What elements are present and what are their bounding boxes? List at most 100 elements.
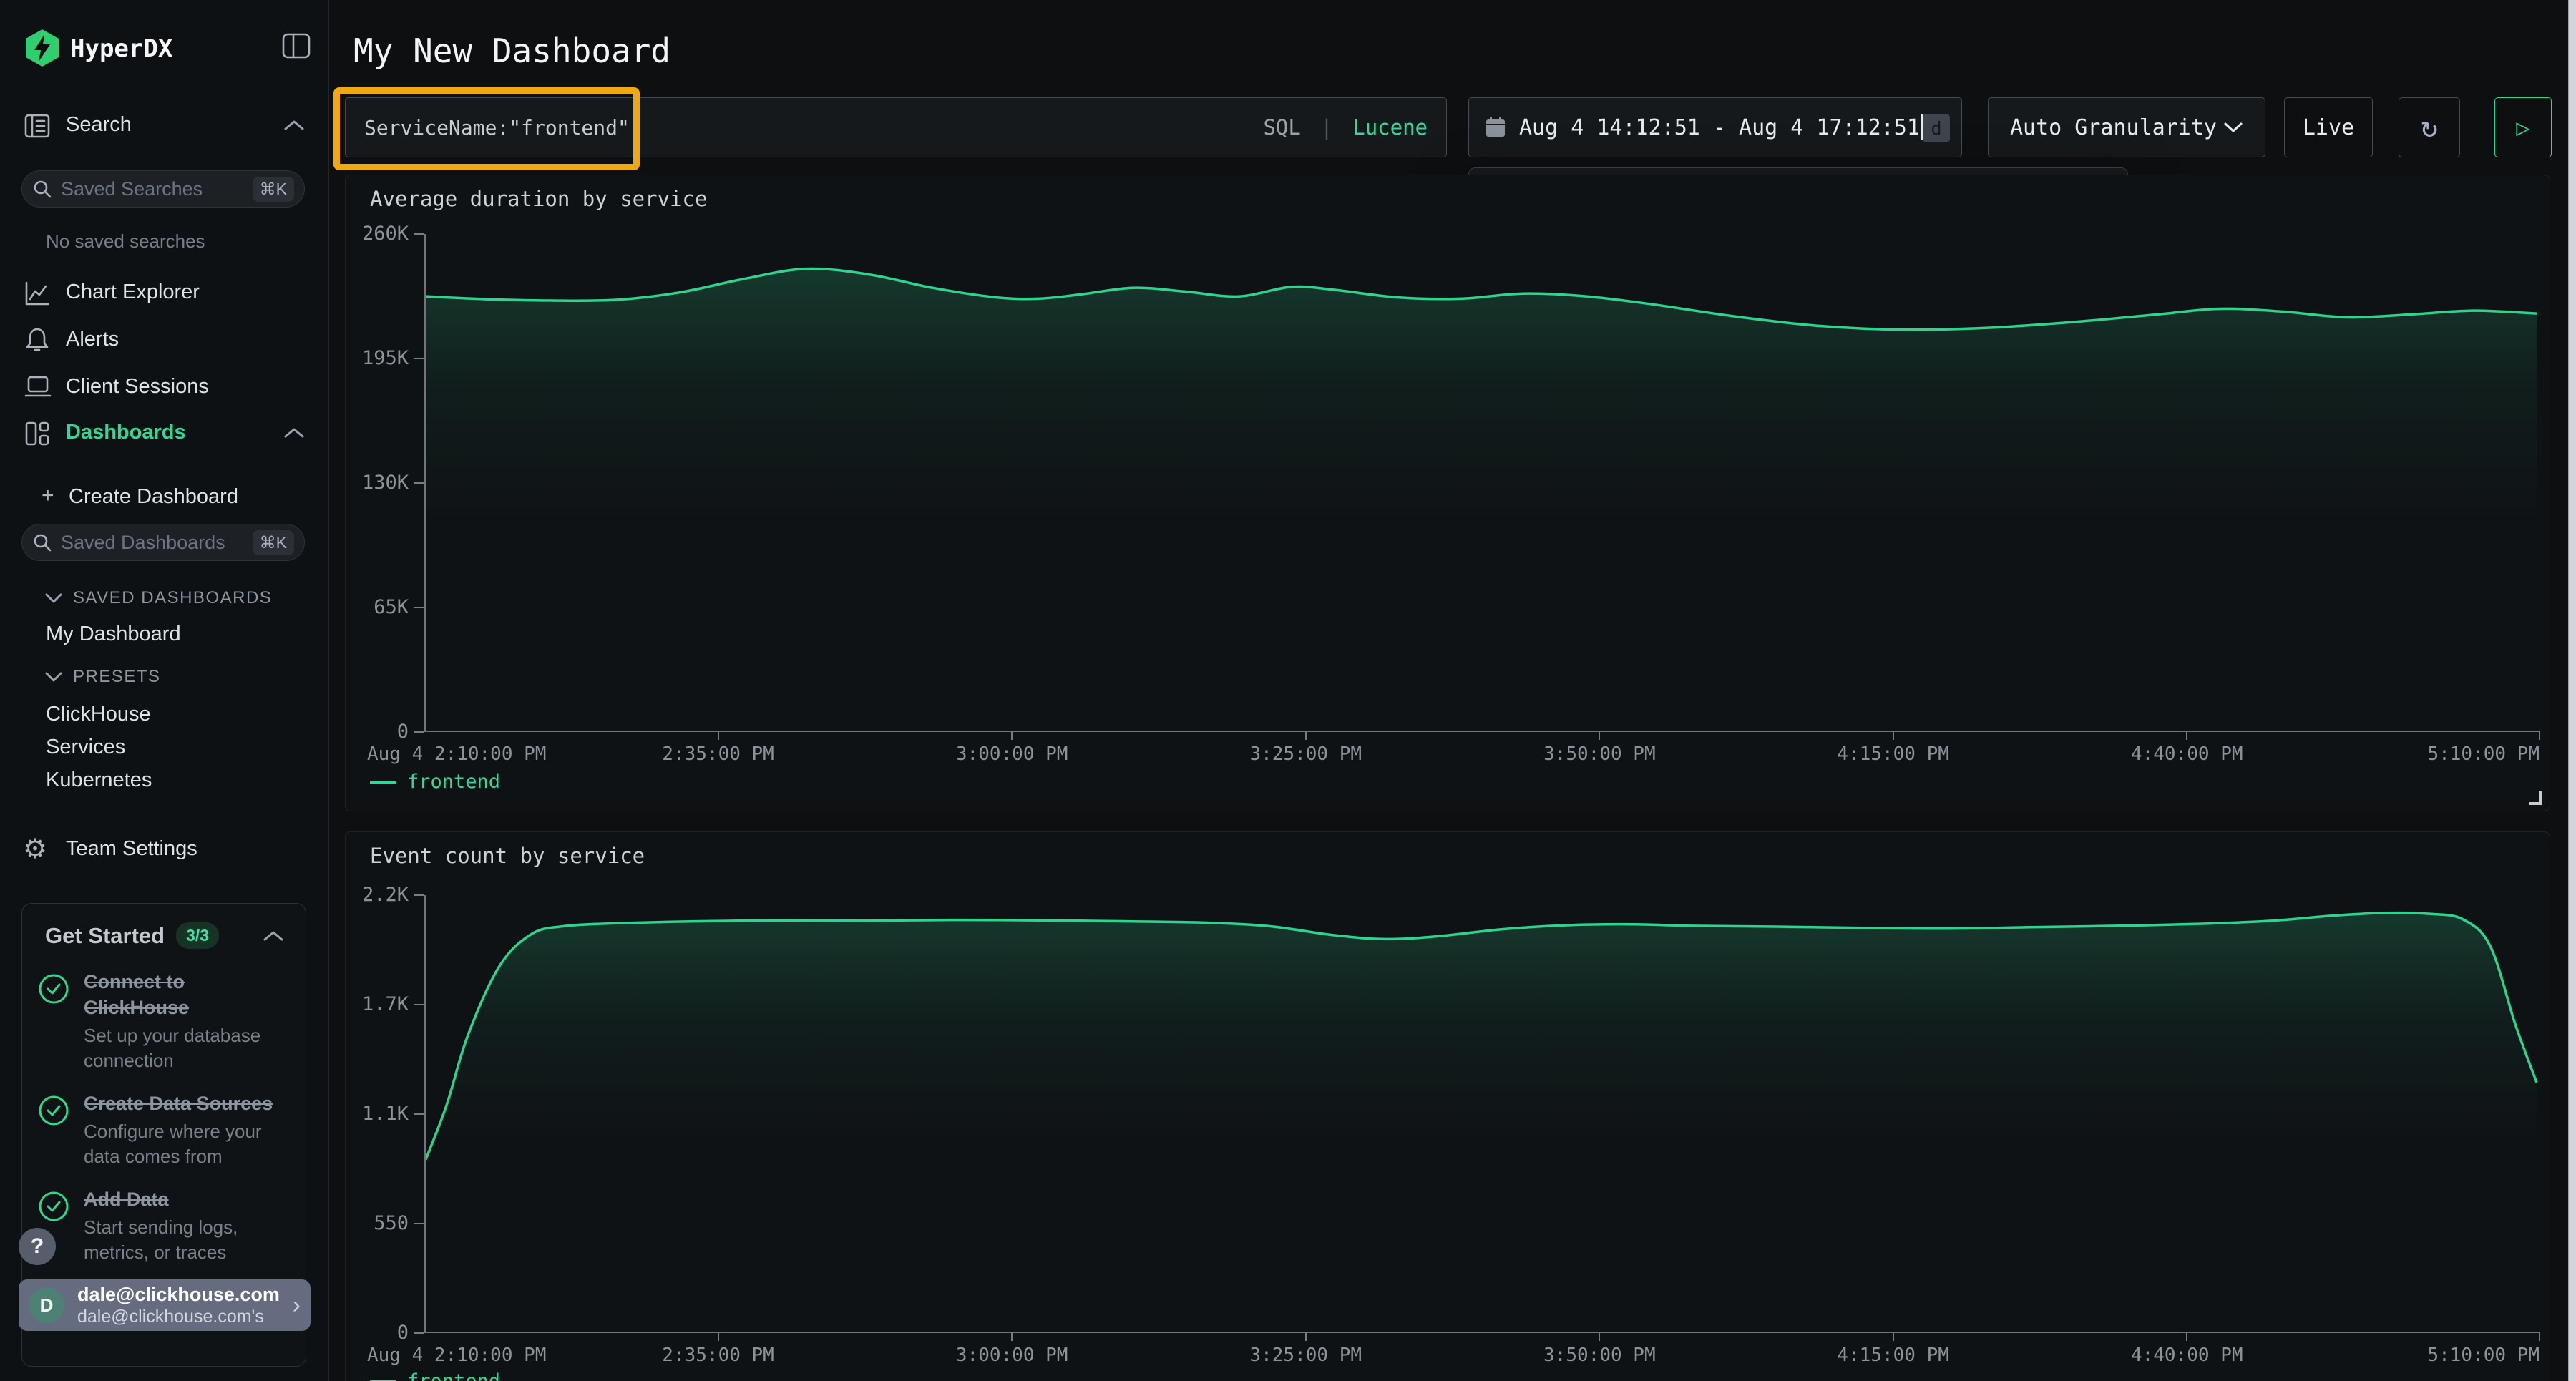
chart-title: Average duration by service [370, 187, 707, 211]
live-button[interactable]: Live [2284, 97, 2373, 157]
y-axis-tick [414, 1004, 424, 1005]
page-scrollbar[interactable] [2568, 0, 2576, 1381]
chevron-up-icon[interactable] [263, 929, 284, 942]
get-started-title: Get Started [45, 923, 165, 949]
x-axis-tick [1305, 1332, 1307, 1341]
step-title: Add Data [84, 1186, 287, 1212]
x-axis-tick [1893, 731, 1894, 740]
y-axis-tick [414, 233, 424, 235]
avatar: D [29, 1287, 64, 1323]
check-circle-icon [38, 1095, 69, 1126]
sidebar-item-client-sessions[interactable]: Client Sessions [66, 375, 209, 399]
check-circle-icon [38, 1191, 69, 1222]
plus-icon: + [42, 484, 54, 508]
sidebar-item-team-settings[interactable]: Team Settings [66, 837, 197, 861]
y-axis-tick [414, 731, 424, 733]
step-title: Connect to ClickHouse [84, 969, 287, 1020]
y-axis-tick-label: 0 [344, 1322, 409, 1344]
sidebar-item-kubernetes[interactable]: Kubernetes [46, 768, 152, 792]
granularity-select[interactable]: Auto Granularity [1988, 97, 2265, 157]
y-axis-tick [414, 894, 424, 896]
presets-header[interactable]: PRESETS [73, 667, 161, 687]
shortcut-badge: ⌘K [253, 530, 294, 555]
search-query-input[interactable]: ServiceName:"frontend" SQL | Lucene [345, 97, 1447, 157]
help-button[interactable]: ? [19, 1228, 56, 1265]
user-menu[interactable]: D dale@clickhouse.com dale@clickhouse.co… [19, 1279, 311, 1331]
date-range-input[interactable]: Aug 4 14:12:51 - Aug 4 17:12:51 d [1468, 97, 1962, 157]
y-axis-tick [414, 607, 424, 608]
line-chart[interactable] [424, 234, 2540, 732]
get-started-progress-badge: 3/3 [176, 922, 219, 949]
step-desc: Configure where your data comes from [84, 1119, 287, 1169]
calendar-icon [1485, 116, 1506, 139]
get-started-step[interactable]: Add Data Start sending logs, metrics, or… [22, 1169, 306, 1265]
help-icon: ? [31, 1234, 44, 1259]
x-axis-tick-label: 3:00:00 PM [956, 743, 1068, 765]
gear-icon: ⚙ [23, 833, 47, 864]
chart-explorer-icon [24, 280, 50, 306]
y-axis-tick [414, 1113, 424, 1115]
chevron-right-icon: › [293, 1292, 301, 1319]
y-axis-tick [414, 482, 424, 484]
saved-dashboards-header[interactable]: SAVED DASHBOARDS [73, 588, 272, 608]
alerts-bell-icon [24, 326, 50, 353]
chevron-up-icon[interactable] [283, 119, 305, 132]
play-icon: ▷ [2516, 114, 2529, 141]
shortcut-badge: ⌘K [253, 177, 294, 202]
sql-toggle[interactable]: SQL [1263, 115, 1300, 140]
collapse-sidebar-icon[interactable] [282, 33, 311, 59]
lang-divider: | [1320, 115, 1332, 140]
sidebar-item-alerts[interactable]: Alerts [66, 328, 119, 351]
sidebar: HyperDX Search Saved Searches ⌘K No save… [0, 0, 329, 1381]
x-axis-tick-label: 4:40:00 PM [2131, 743, 2243, 765]
x-axis-tick-label: 4:15:00 PM [1837, 1345, 1949, 1366]
refresh-button[interactable]: ↻ [2399, 97, 2460, 157]
x-axis-tick-label: 3:25:00 PM [1249, 743, 1362, 765]
brand-name: HyperDX [70, 34, 172, 63]
chevron-down-icon [2223, 121, 2243, 134]
sidebar-item-dashboards[interactable]: Dashboards [66, 421, 186, 444]
legend-label: frontend [407, 1370, 500, 1381]
y-axis-tick-label: 130K [344, 472, 409, 494]
chevron-up-icon[interactable] [283, 426, 305, 439]
x-axis-tick-label: 5:10:00 PM [2427, 743, 2540, 765]
saved-dashboards-input[interactable]: Saved Dashboards ⌘K [21, 524, 305, 561]
get-started-step[interactable]: Connect to ClickHouse Set up your databa… [22, 956, 306, 1073]
chart-panel-average-duration: Average duration by service frontend 260… [345, 175, 2550, 811]
chevron-down-icon[interactable] [44, 671, 63, 683]
x-axis-tick [1893, 1332, 1894, 1341]
y-axis-tick-label: 1.1K [344, 1103, 409, 1125]
x-axis-tick-label: 3:50:00 PM [1543, 743, 1656, 765]
sidebar-item-chart-explorer[interactable]: Chart Explorer [66, 280, 200, 304]
x-axis-tick-label: Aug 4 2:10:00 PM [367, 743, 546, 765]
sidebar-item-services[interactable]: Services [46, 736, 125, 759]
x-axis-tick-label: 2:35:00 PM [662, 1345, 774, 1366]
line-chart[interactable] [424, 895, 2540, 1333]
chart-legend[interactable]: frontend [370, 1370, 500, 1381]
legend-line-swatch [370, 781, 396, 784]
user-org: dale@clickhouse.com's [77, 1306, 293, 1327]
chevron-down-icon[interactable] [44, 592, 63, 604]
saved-searches-input[interactable]: Saved Searches ⌘K [21, 170, 305, 208]
chart-panel-event-count: Event count by service frontend 2.2K1.7K… [345, 831, 2550, 1381]
panel-resize-handle[interactable] [2529, 791, 2542, 805]
chart-legend[interactable]: frontend [370, 771, 500, 793]
step-desc: Start sending logs, metrics, or traces [84, 1215, 287, 1265]
dashboards-grid-icon [24, 421, 50, 446]
search-icon [32, 179, 52, 199]
create-dashboard-button[interactable]: Create Dashboard [69, 485, 238, 509]
client-sessions-laptop-icon [24, 375, 52, 399]
step-title: Create Data Sources [84, 1090, 287, 1116]
x-axis-tick [1011, 1332, 1013, 1341]
get-started-step[interactable]: Create Data Sources Configure where your… [22, 1073, 306, 1169]
sidebar-item-clickhouse[interactable]: ClickHouse [46, 703, 151, 726]
y-axis-tick-label: 65K [344, 596, 409, 618]
sidebar-item-search[interactable]: Search [66, 113, 132, 137]
x-axis-tick-label: 4:15:00 PM [1837, 743, 1949, 765]
date-shortcut-badge: d [1923, 114, 1950, 142]
y-axis-tick [414, 1332, 424, 1334]
run-query-button[interactable]: ▷ [2494, 97, 2552, 157]
date-range-text: Aug 4 14:12:51 - Aug 4 17:12:51 [1519, 115, 1920, 140]
sidebar-item-my-dashboard[interactable]: My Dashboard [46, 623, 181, 646]
lucene-toggle[interactable]: Lucene [1352, 115, 1428, 140]
